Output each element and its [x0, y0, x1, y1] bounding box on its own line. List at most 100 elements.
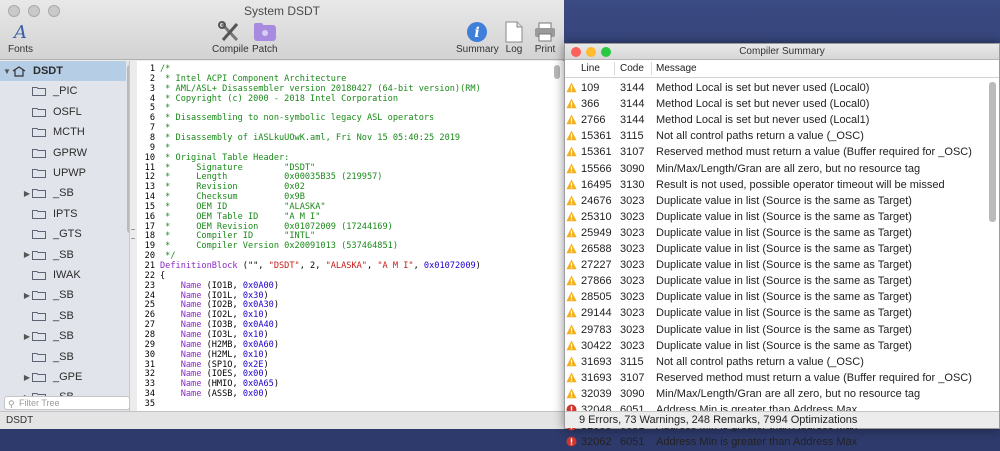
tree-item[interactable]: ▶ _GPE: [0, 367, 126, 387]
warning-icon: [566, 163, 577, 174]
summary-code: 3090: [620, 162, 645, 175]
patch-button[interactable]: Patch: [252, 20, 278, 55]
tree-item[interactable]: MCTH: [0, 122, 126, 142]
tree-item[interactable]: _SB: [0, 347, 126, 367]
summary-row[interactable]: 28505 3023 Duplicate value in list (Source…: [565, 289, 989, 306]
split-divider[interactable]: [129, 61, 137, 411]
tree-item[interactable]: ▶ _SB: [0, 183, 126, 203]
summary-code: 3144: [620, 82, 645, 94]
code-token: ): [263, 369, 269, 380]
disclosure-open-icon[interactable]: ▼: [2, 67, 12, 76]
log-label: Log: [505, 44, 523, 55]
tree-item[interactable]: ▶ _SB: [0, 245, 126, 265]
tree-item[interactable]: UPWP: [0, 163, 126, 183]
summary-code: 3023: [620, 307, 645, 320]
disclosure-closed-icon[interactable]: ▶: [22, 250, 32, 259]
warning-icon: [566, 275, 577, 286]
code-token: 0x10: [242, 329, 264, 340]
patch-label: Patch: [252, 44, 278, 55]
summary-row[interactable]: 15361 3115 Not all control paths return a …: [565, 128, 989, 145]
code-line: 27 Name (IO3B, 0x0A40): [137, 320, 279, 330]
summary-row[interactable]: 31693 3115 Not all control paths return a …: [565, 354, 989, 371]
warning-icon: [566, 324, 577, 335]
summary-scrollbar[interactable]: [989, 82, 996, 222]
code-token: (IO3L,: [201, 329, 243, 340]
summary-label: Summary: [456, 44, 499, 55]
summary-row[interactable]: 29783 3023 Duplicate value in list (Source…: [565, 322, 989, 339]
code-line: 4 * Copyright (c) 2000 - 2018 Intel Corp…: [137, 94, 398, 104]
summary-line-number: 27866: [581, 275, 612, 288]
tree-item-label: _SB: [53, 309, 74, 322]
summary-message: Duplicate value in list (Source is the s…: [656, 259, 912, 272]
warning-icon: [566, 130, 577, 141]
code-token: Name: [160, 349, 202, 360]
compile-button[interactable]: Compile: [212, 20, 249, 55]
column-divider: [651, 62, 652, 75]
tree-item[interactable]: _SB: [0, 306, 126, 326]
summary-row[interactable]: 2766 3144 Method Local is set but never us…: [565, 112, 989, 129]
folder-icon: [32, 148, 46, 158]
code-token: ): [273, 379, 280, 390]
tree-item[interactable]: _GTS: [0, 224, 126, 244]
disclosure-closed-icon[interactable]: ▶: [22, 373, 32, 382]
summary-code: 3023: [620, 259, 645, 272]
fonts-button[interactable]: A Fonts: [8, 20, 33, 56]
tree-item[interactable]: ▶ _SB: [0, 326, 126, 346]
code-token: * OEM ID "ALASKA": [160, 201, 326, 212]
code-editor[interactable]: 1/* 2 * Intel ACPI Component Architecture…: [137, 61, 564, 411]
folder-icon: [32, 331, 46, 342]
summary-row[interactable]: 109 3144 Method Local is set but never use…: [565, 80, 989, 97]
line-number: 18: [144, 231, 155, 242]
column-header-code[interactable]: Code: [620, 63, 644, 74]
tree-item[interactable]: IPTS: [0, 204, 126, 224]
summary-message: Method Local is set but never used (Loca…: [656, 98, 870, 111]
summary-message: Reserved method must return a value (Buf…: [656, 146, 972, 159]
code-token: * Compiler Version 0x20091013 (537464851…: [160, 241, 398, 252]
log-button[interactable]: Log: [505, 20, 523, 55]
tree-item[interactable]: IWAK: [0, 265, 126, 285]
code-token: Name: [160, 339, 202, 350]
print-button[interactable]: Print: [534, 20, 556, 55]
summary-line-number: 24676: [581, 194, 612, 207]
code-token: ,: [366, 261, 378, 271]
filter-tree-input[interactable]: ⚲ Filter Tree: [4, 396, 130, 410]
tree-item[interactable]: ▼ DSDT: [0, 61, 126, 81]
tree-item[interactable]: ▶ _SB: [0, 285, 126, 305]
column-header-message[interactable]: Message: [656, 63, 697, 74]
summary-row[interactable]: 30422 3023 Duplicate value in list (Source…: [565, 338, 989, 355]
summary-row[interactable]: 31693 3107 Reserved method must return a v…: [565, 370, 989, 387]
summary-message: Duplicate value in list (Source is the s…: [656, 307, 912, 320]
summary-row[interactable]: 15566 3090 Min/Max/Length/Gran are all zer…: [565, 161, 989, 178]
folder-icon: [32, 107, 46, 117]
summary-row[interactable]: 25310 3023 Duplicate value in list (Source…: [565, 209, 989, 226]
summary-row[interactable]: 29144 3023 Duplicate value in list (Source…: [565, 305, 989, 322]
folder-icon: [32, 168, 46, 178]
summary-code: 3023: [620, 339, 645, 352]
summary-row[interactable]: 15361 3107 Reserved method must return a v…: [565, 144, 989, 161]
disclosure-closed-icon[interactable]: ▶: [22, 189, 32, 198]
log-document-icon: [505, 20, 523, 44]
tree-item[interactable]: _PIC: [0, 81, 126, 101]
summary-row[interactable]: 27866 3023 Duplicate value in list (Source…: [565, 273, 989, 290]
code-token: ): [273, 339, 280, 350]
summary-row[interactable]: 27227 3023 Duplicate value in list (Source…: [565, 257, 989, 274]
summary-row[interactable]: 32039 3090 Min/Max/Length/Gran are all zer…: [565, 386, 989, 403]
editor-scrollbar[interactable]: [554, 65, 560, 79]
summary-row[interactable]: 24676 3023 Duplicate value in list (Source…: [565, 193, 989, 210]
summary-row[interactable]: 16495 3130 Result is not used, possible op…: [565, 177, 989, 194]
line-number: 33: [144, 379, 155, 390]
summary-button[interactable]: i Summary: [456, 20, 499, 55]
tree-item[interactable]: OSFL: [0, 102, 126, 122]
summary-code: 3115: [620, 355, 644, 368]
tree-item[interactable]: GPRW: [0, 143, 126, 163]
summary-code: 3023: [620, 243, 645, 255]
summary-row[interactable]: 366 3144 Method Local is set but never use…: [565, 96, 989, 113]
disclosure-closed-icon[interactable]: ▶: [22, 332, 32, 341]
summary-row[interactable]: 25949 3023 Duplicate value in list (Source…: [565, 225, 989, 242]
code-token: * OEM Table ID "A M I": [160, 211, 321, 222]
summary-row[interactable]: 26588 3023 Duplicate value in list (Source…: [565, 241, 989, 258]
column-header-line[interactable]: Line: [581, 63, 600, 74]
disclosure-closed-icon[interactable]: ▶: [22, 291, 32, 300]
summary-line-number: 26588: [581, 243, 612, 255]
summary-row[interactable]: 32062 6051 Address Min is greater than Add…: [565, 434, 989, 451]
